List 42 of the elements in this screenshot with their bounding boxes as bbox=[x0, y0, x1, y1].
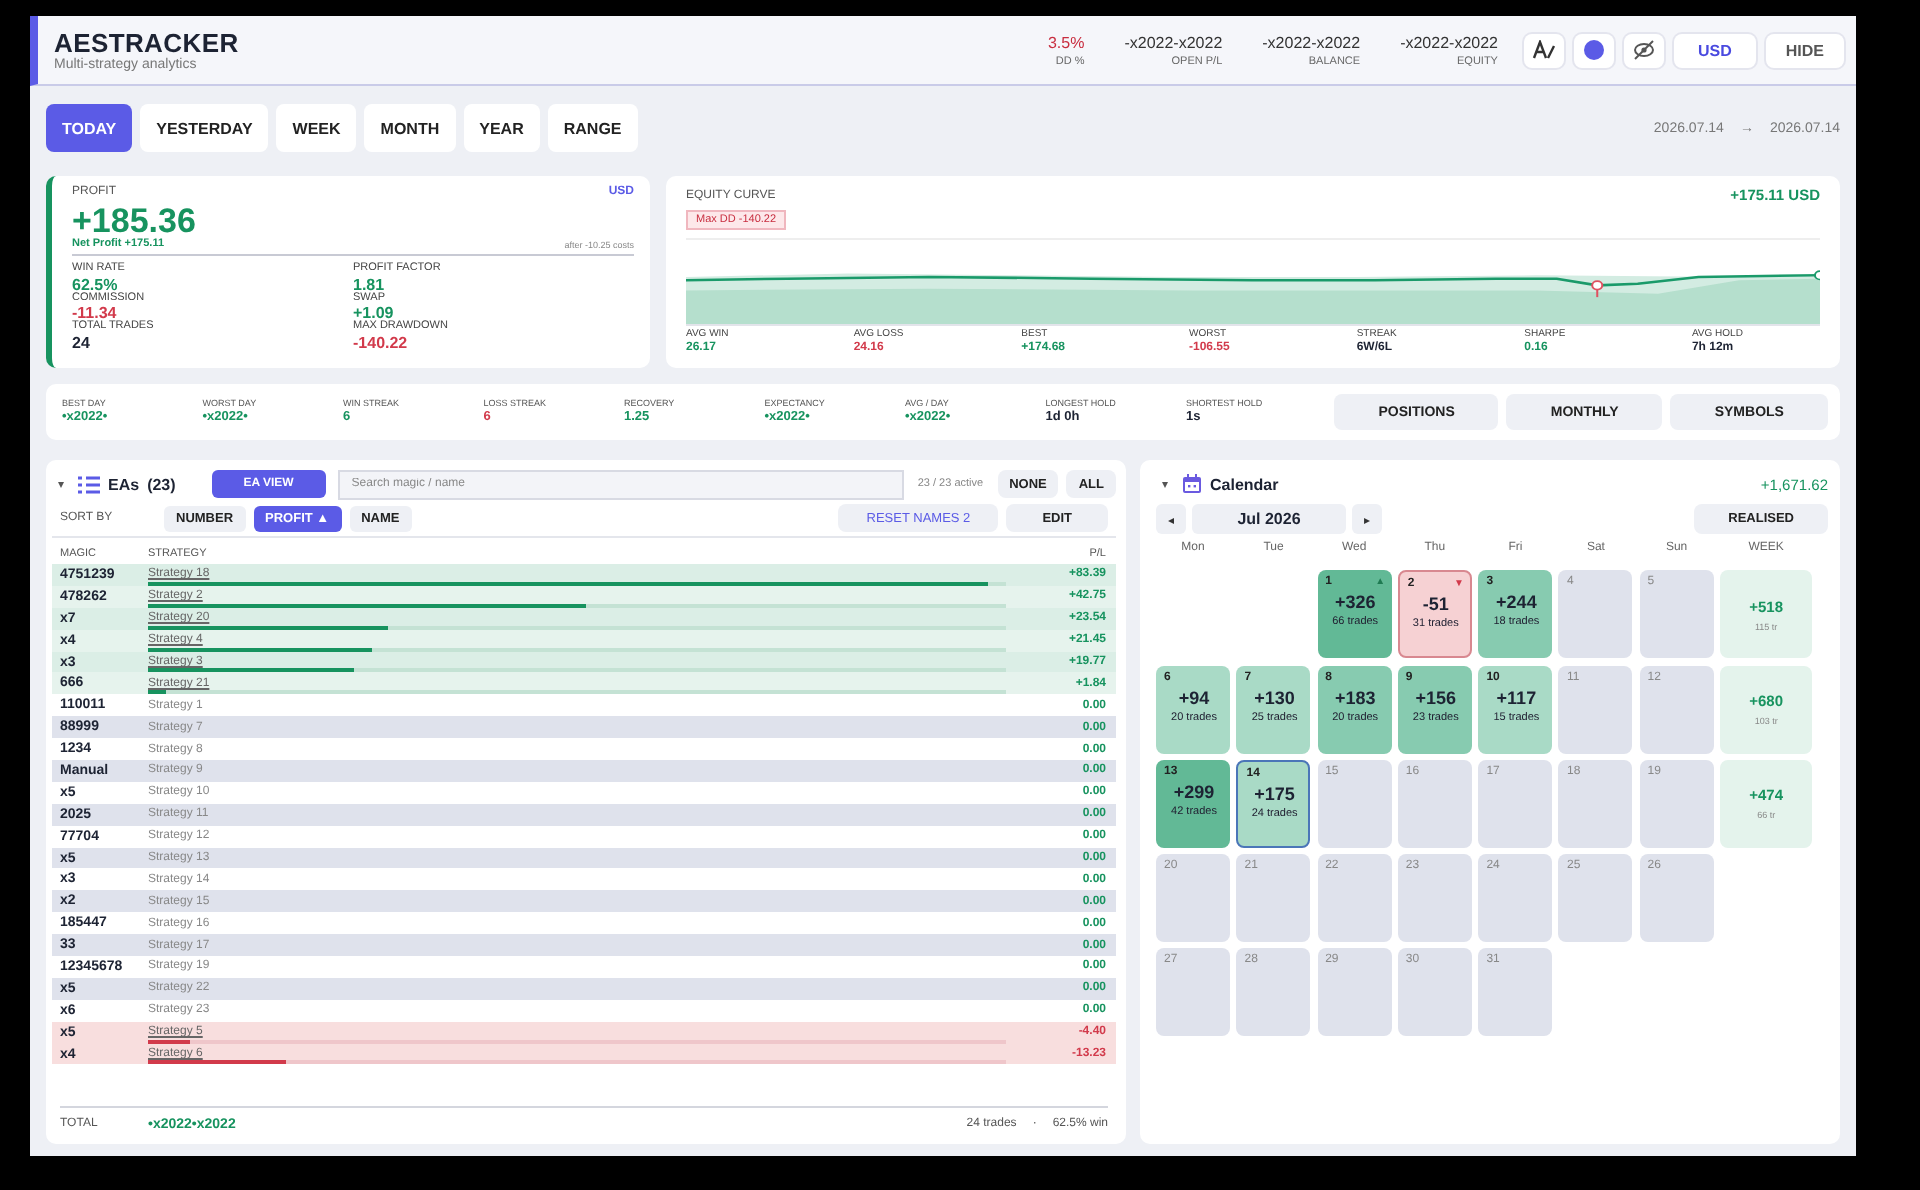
day-profit: +244 bbox=[1496, 592, 1537, 613]
font-icon bbox=[1531, 40, 1556, 60]
stat-value: -x2022-x2022 bbox=[1124, 33, 1223, 51]
day-profit: +183 bbox=[1334, 687, 1376, 708]
day-profit: +94 bbox=[1178, 687, 1210, 708]
ea-count: (23) bbox=[147, 475, 176, 493]
period-tab[interactable]: YESTERDAY bbox=[140, 104, 269, 152]
stat-value: 3.5% bbox=[1047, 33, 1085, 51]
day-profit: +156 bbox=[1415, 687, 1457, 708]
app-title: AESTRACKER bbox=[54, 28, 241, 58]
period-tab[interactable]: YEAR bbox=[463, 104, 540, 152]
stat-value: -x2022-x2022 bbox=[1400, 33, 1498, 51]
theme-button[interactable] bbox=[1573, 33, 1614, 67]
panel-title: EAs bbox=[108, 475, 140, 493]
metric-value: 62.5% bbox=[72, 277, 118, 293]
day-profit: +117 bbox=[1496, 687, 1537, 708]
metric-value: -11.34 bbox=[72, 306, 117, 322]
profit-value: +185.36 bbox=[72, 204, 198, 238]
eye-off-icon bbox=[1631, 38, 1656, 62]
dot-icon bbox=[1583, 40, 1604, 60]
period-tab[interactable]: MONTH bbox=[364, 104, 456, 152]
day-profit: +175 bbox=[1254, 783, 1295, 804]
font-size-button[interactable] bbox=[1523, 33, 1564, 67]
metric-value: 24 bbox=[72, 335, 92, 351]
period-tab[interactable]: TODAY bbox=[46, 104, 133, 152]
metric-value: -140.22 bbox=[353, 335, 410, 351]
period-tab[interactable]: RANGE bbox=[547, 104, 638, 152]
day-profit: -51 bbox=[1422, 594, 1449, 615]
metric-value: 1.81 bbox=[353, 277, 387, 293]
list-icon bbox=[78, 475, 100, 493]
metric-value: +1.09 bbox=[353, 306, 394, 322]
month-label: Jul 2026 bbox=[1192, 504, 1346, 534]
visibility-button[interactable] bbox=[1623, 33, 1664, 67]
period-tab[interactable]: WEEK bbox=[276, 104, 357, 152]
day-profit: +326 bbox=[1334, 592, 1376, 613]
calendar-icon bbox=[1182, 474, 1202, 494]
day-profit: +130 bbox=[1254, 687, 1295, 708]
hide-button[interactable]: HIDE bbox=[1765, 33, 1844, 67]
stat-value: -x2022-x2022 bbox=[1262, 33, 1361, 51]
currency-button[interactable]: USD bbox=[1673, 33, 1756, 67]
panel-title: Calendar bbox=[1210, 475, 1279, 493]
day-profit: +299 bbox=[1173, 781, 1215, 802]
